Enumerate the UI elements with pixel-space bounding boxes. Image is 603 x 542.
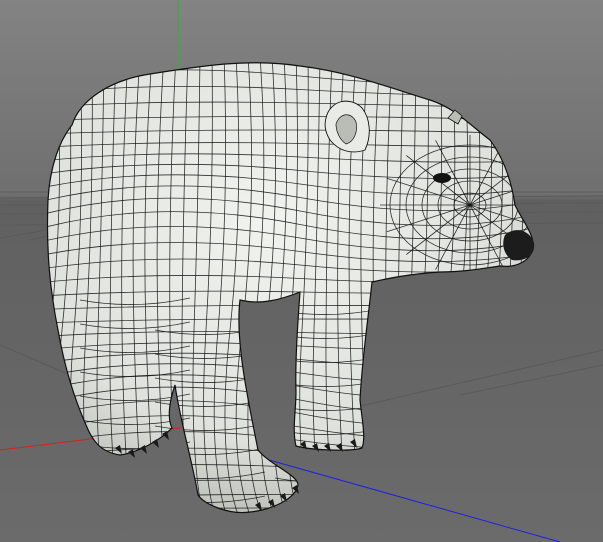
- 3d-viewport[interactable]: [0, 0, 603, 542]
- bear-eye[interactable]: [433, 173, 451, 183]
- viewport-canvas[interactable]: [0, 0, 603, 542]
